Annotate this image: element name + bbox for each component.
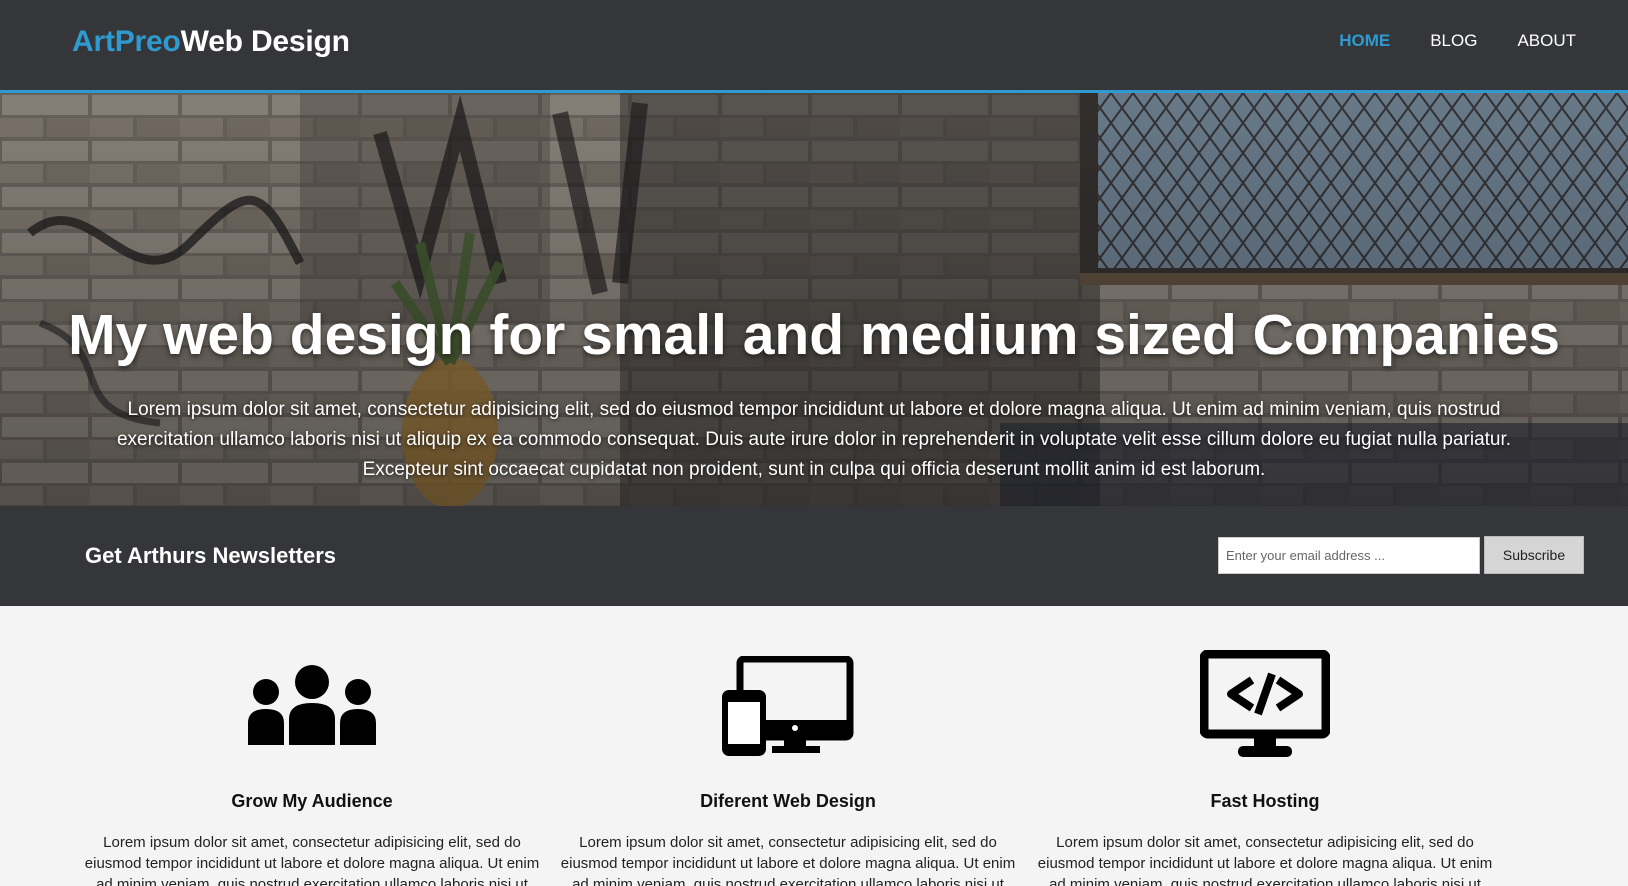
feature-title: Diferent Web Design [700, 791, 876, 811]
features-section: Grow My Audience Lorem ipsum dolor sit a… [0, 606, 1628, 886]
hero-text: Lorem ipsum dolor sit amet, consectetur … [116, 399, 1512, 480]
newsletter-title: Get Arthurs Newsletters [85, 543, 337, 568]
nav-home-link[interactable]: HOME [1339, 31, 1390, 51]
feature-text: Lorem ipsum dolor sit amet, consectetur … [84, 834, 540, 886]
feature-text: Lorem ipsum dolor sit amet, consectetur … [1037, 834, 1493, 886]
site-logo[interactable]: ArtPreoWeb Design [72, 25, 350, 59]
feature-title: Grow My Audience [231, 791, 393, 811]
feature-text: Lorem ipsum dolor sit amet, consectetur … [560, 834, 1016, 886]
hero-section: My web design for small and medium sized… [0, 93, 1628, 506]
logo-accent-text: ArtPreo [72, 25, 181, 58]
site-header: ArtPreoWeb Design HOME BLOG ABOUT [0, 0, 1628, 93]
email-input[interactable] [1218, 537, 1480, 574]
audience-icon [248, 665, 376, 745]
code-monitor-icon [1200, 650, 1330, 757]
devices-icon [722, 656, 854, 756]
subscribe-button[interactable]: Subscribe [1484, 536, 1584, 574]
feature-title: Fast Hosting [1210, 791, 1320, 811]
nav-blog-link[interactable]: BLOG [1430, 31, 1477, 51]
nav-about-link[interactable]: ABOUT [1517, 31, 1576, 51]
hero-title: My web design for small and medium sized… [68, 303, 1560, 367]
newsletter-section: Get Arthurs Newsletters Subscribe [0, 506, 1628, 606]
main-nav: HOME BLOG ABOUT [1339, 31, 1576, 51]
logo-text: Web Design [180, 25, 350, 58]
